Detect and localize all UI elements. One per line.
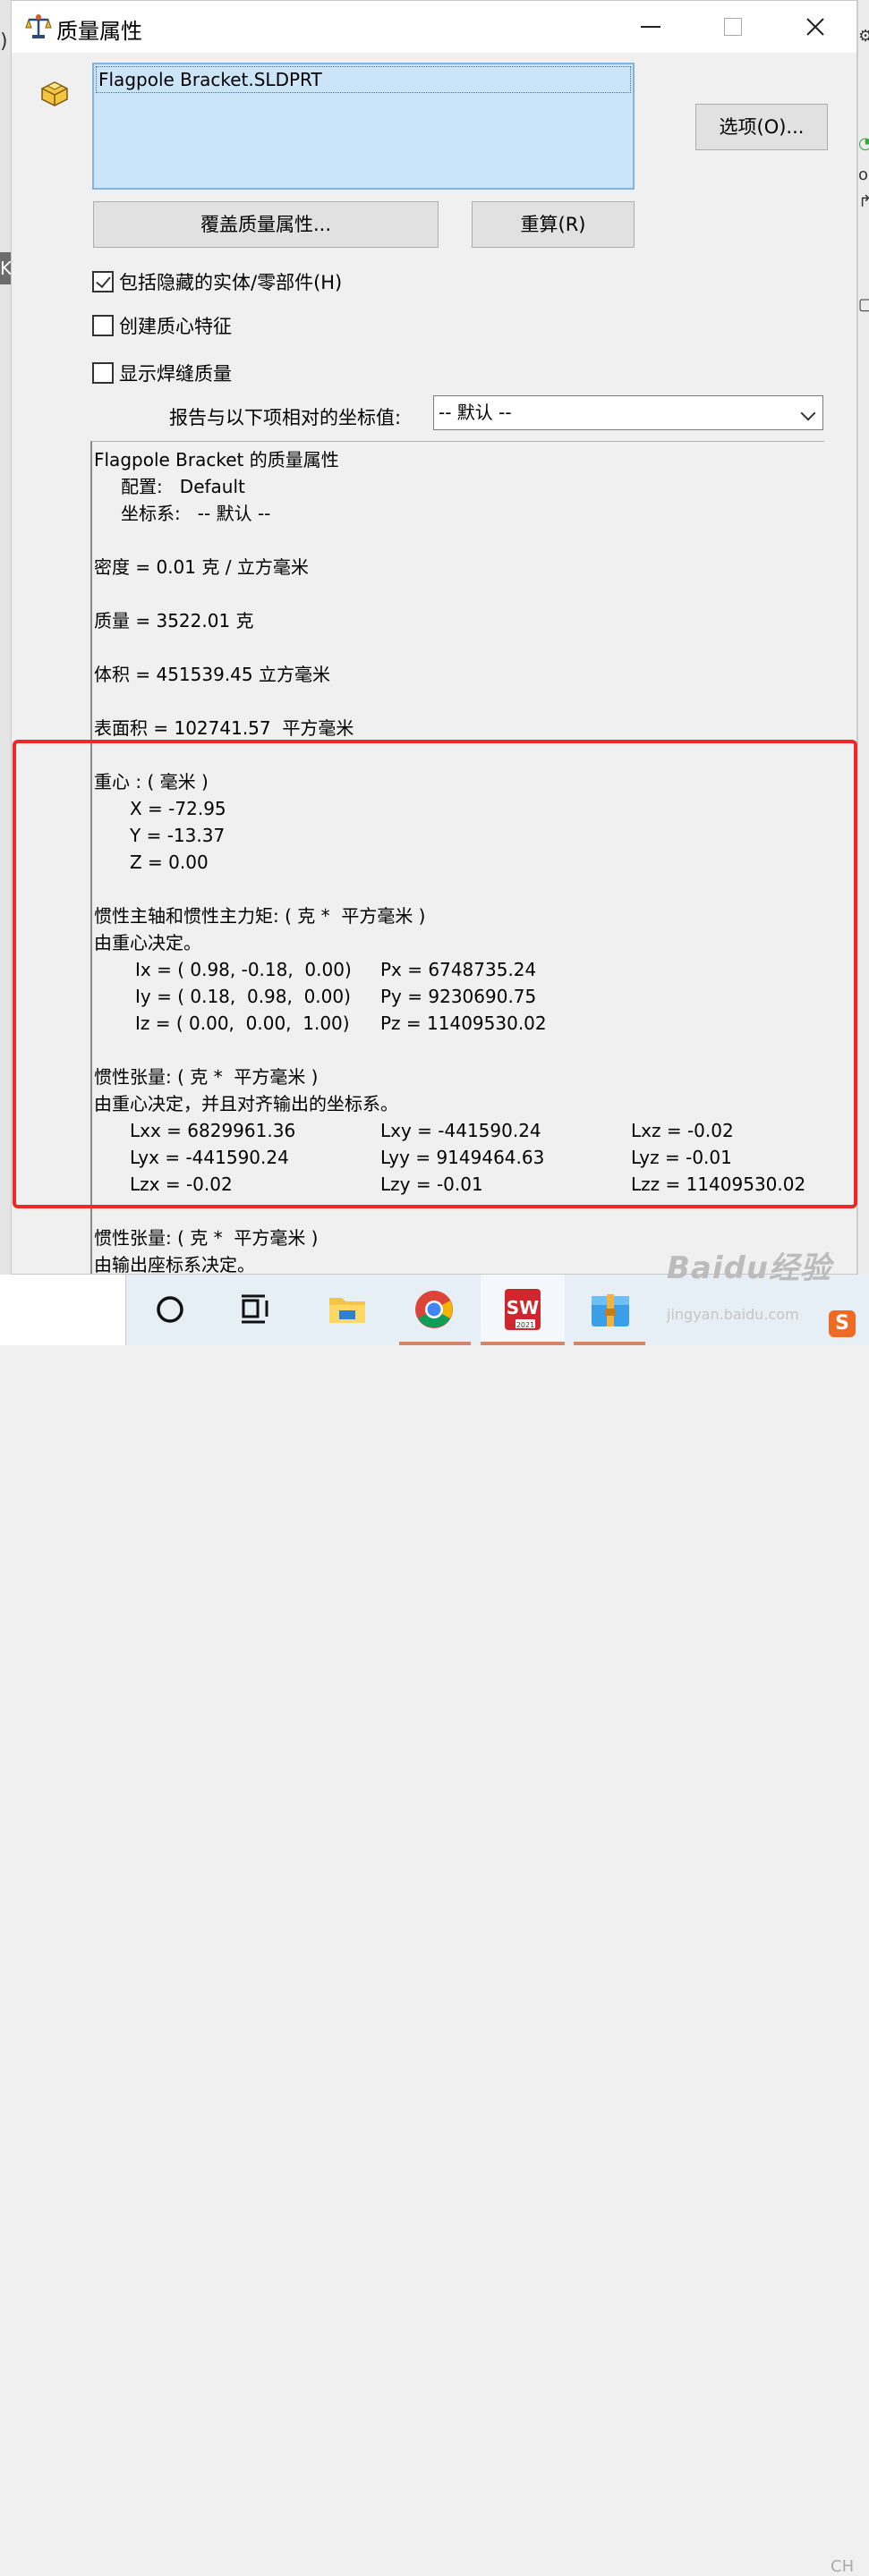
create-center-of-mass-checkbox[interactable]: 创建质心特征 [92,312,232,339]
close-button[interactable] [788,8,842,46]
recalculate-button[interactable]: 重算(R) [472,201,635,248]
tensor-lyy: Lyy = 9149464.63 [380,1147,545,1168]
taskbar-running-indicator [481,1342,565,1345]
cog-x: X = -72.95 [130,798,226,819]
principal-axes-subtitle: 由重心决定。 [94,932,201,953]
checkbox-label: 显示焊缝质量 [119,363,232,385]
background-app-right: ⚙ ◔ o ↱ ▢ [857,0,869,1275]
background-glyph: K [0,252,12,284]
principal-moment-pz: Pz = 11409530.02 [380,1013,547,1034]
tensor-lxx: Lxx = 6829961.36 [130,1120,296,1141]
task-view-icon[interactable] [234,1287,278,1332]
maximize-icon [724,18,742,36]
tensor-lyx: Lyx = -441590.24 [130,1147,289,1168]
taskbar-search-area[interactable] [0,1275,126,1345]
dropdown-value: -- 默认 -- [439,402,512,423]
taskbar-running-indicator [574,1342,645,1345]
checkbox-unchecked-icon[interactable] [92,315,114,336]
selected-items-list[interactable]: Flagpole Bracket.SLDPRT [92,63,635,190]
file-explorer-icon[interactable] [325,1287,370,1332]
title-bar: 质量属性 [12,1,856,53]
maximize-button[interactable] [706,8,760,46]
principal-axis-iz: Iz = ( 0.00, 0.00, 1.00) [135,1013,350,1034]
part-icon [41,81,68,106]
tensor-lxz: Lxz = -0.02 [631,1120,734,1141]
background-glyph: ↱ [858,192,869,211]
tensor-lxy: Lxy = -441590.24 [380,1120,541,1141]
background-glyph: ▢ [858,295,869,314]
svg-text:SW: SW [507,1297,539,1318]
tensor-lyz: Lyz = -0.01 [631,1147,732,1168]
override-mass-properties-button[interactable]: 覆盖质量属性... [93,201,439,248]
volume-line: 体积 = 451539.45 立方毫米 [94,664,330,685]
principal-axis-ix: Ix = ( 0.98, -0.18, 0.00) [135,959,352,980]
cortana-icon[interactable] [148,1287,192,1332]
minimize-button[interactable] [624,8,677,46]
chrome-icon[interactable] [412,1287,456,1332]
ime-indicator[interactable]: CH [831,2557,854,2576]
list-item[interactable]: Flagpole Bracket.SLDPRT [96,66,631,93]
checkbox-checked-icon[interactable] [92,271,114,292]
tensor-lzy: Lzy = -0.01 [380,1174,483,1195]
watermark-url: jingyan.baidu.com [667,1306,799,1323]
options-button[interactable]: 选项(O)... [695,104,828,150]
inertia-tensor-subtitle: 由重心决定，并且对齐输出的坐标系。 [94,1093,398,1114]
dialog-title: 质量属性 [56,19,142,44]
inertia-tensor-2-title: 惯性张量: ( 克 * 平方毫米 ) [94,1227,319,1249]
checkbox-label: 创建质心特征 [119,316,232,337]
watermark-logo: Baidu经验 [667,1250,832,1286]
solidworks-version-label: 2021 [516,1321,534,1329]
background-glyph: o [858,165,869,184]
results-header: Flagpole Bracket 的质量属性 [94,449,339,470]
mass-line: 质量 = 3522.01 克 [94,610,254,631]
chevron-down-icon[interactable] [800,405,816,421]
surface-area-line: 表面积 = 102741.57 平方毫米 [94,717,354,739]
taskbar-running-indicator [399,1342,471,1345]
scale-icon [25,14,52,38]
cog-y: Y = -13.37 [130,825,226,846]
inertia-tensor-title: 惯性张量: ( 克 * 平方毫米 ) [94,1066,319,1088]
checkbox-label: 包括隐藏的实体/零部件(H) [119,272,343,293]
archive-app-icon[interactable] [588,1287,633,1332]
tensor-lzz: Lzz = 11409530.02 [631,1174,806,1195]
checkbox-unchecked-icon[interactable] [92,362,114,384]
center-of-mass-title: 重心 : ( 毫米 ) [94,771,209,792]
density-line: 密度 = 0.01 克 / 立方毫米 [94,556,309,578]
background-glyph: ◔ [858,134,869,153]
principal-axis-iy: Iy = ( 0.18, 0.98, 0.00) [135,986,351,1007]
principal-moment-px: Px = 6748735.24 [380,959,537,980]
show-weld-mass-checkbox[interactable]: 显示焊缝质量 [92,360,232,386]
inertia-tensor-2-subtitle: 由输出座标系决定。 [94,1254,255,1275]
gear-icon: ⚙ [858,27,869,46]
close-icon [806,18,824,36]
coord-system-line: 坐标系: -- 默认 -- [121,503,271,524]
cog-z: Z = 0.00 [130,852,209,873]
solidworks-icon[interactable]: SW 2021 [500,1287,545,1332]
background-glyph: ) [0,30,8,53]
coordinate-system-label: 报告与以下项相对的坐标值: [169,407,402,428]
sogou-input-icon[interactable]: S [829,1310,856,1337]
tensor-lzx: Lzx = -0.02 [130,1174,233,1195]
include-hidden-checkbox[interactable]: 包括隐藏的实体/零部件(H) [92,268,342,295]
coordinate-system-dropdown[interactable]: -- 默认 -- [433,395,823,430]
principal-moment-py: Py = 9230690.75 [380,986,537,1007]
mass-properties-dialog: 质量属性 Flagpole Bracket.SLDPRT 选项(O)... 覆盖… [11,0,857,1275]
principal-axes-title: 惯性主轴和惯性主力矩: ( 克 * 平方毫米 ) [94,905,426,927]
results-text-area[interactable]: Flagpole Bracket 的质量属性 配置: Default 坐标系: … [90,441,824,1275]
minimize-icon [641,26,660,28]
config-line: 配置: Default [121,476,245,497]
